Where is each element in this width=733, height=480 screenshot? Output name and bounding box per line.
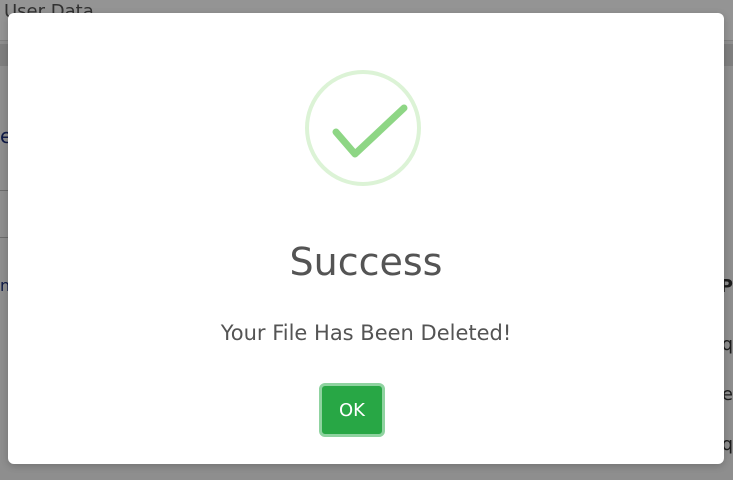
success-dialog: Success Your File Has Been Deleted! OK [8, 13, 724, 464]
ok-button[interactable]: OK [319, 383, 385, 437]
dialog-title: Success [289, 240, 443, 284]
dialog-message: Your File Has Been Deleted! [220, 321, 512, 345]
success-icon [305, 70, 421, 186]
checkmark-icon [332, 104, 408, 158]
